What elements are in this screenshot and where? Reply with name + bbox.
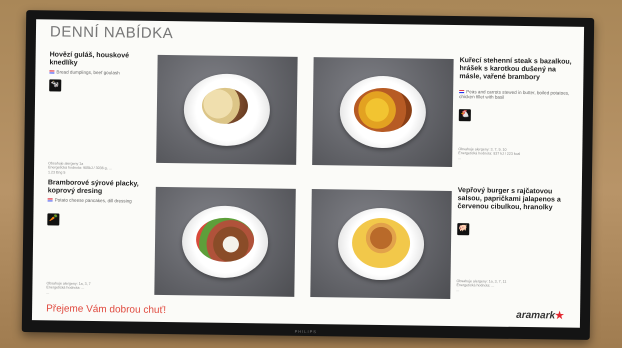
nutrition-info: Obsahuje alergeny 1a Energetická hodnota… <box>47 161 112 175</box>
nutrition-info: Obsahuje alergeny: 1a, 3, 7 Energetická … <box>46 281 91 295</box>
uk-flag-icon <box>49 70 55 74</box>
star-icon: ★ <box>555 310 565 322</box>
cow-icon: 🐄 <box>49 79 62 92</box>
menu-item-name: Bramborové sýrové placky, koprový dresin… <box>47 179 139 196</box>
tv-brand-label: PHILIPS <box>294 328 318 335</box>
menu-screen: DENNÍ NABÍDKA Hovězí guláš, houskové kne… <box>31 19 585 328</box>
tv-display: DENNÍ NABÍDKA Hovězí guláš, houskové kne… <box>21 10 595 340</box>
plate <box>183 73 271 147</box>
menu-item-english: Potato cheese pancakes, dill dressing <box>47 197 148 204</box>
chicken-icon: 🐔 <box>458 109 471 122</box>
menu-item-name: Kuřecí stehenní steak s bazalkou, hrášek… <box>459 57 572 82</box>
menu-item-english-text: Bread dumplings, beef goulash <box>56 69 120 76</box>
nutrition-info: Obsahuje alergeny: 3, 7, 9, 10 Energetic… <box>458 147 521 160</box>
aramark-logo: aramark★ <box>516 310 564 322</box>
uk-flag-icon <box>459 90 465 94</box>
dish-photo <box>154 186 296 297</box>
menu-item-english-text: Potato cheese pancakes, dill dressing <box>54 197 132 204</box>
dish-photo <box>312 57 454 168</box>
menu-item-english-text: Peas and carrots stewed in butter, boile… <box>459 89 570 101</box>
dish-photo <box>310 189 452 299</box>
page-title: DENNÍ NABÍDKA <box>49 23 174 43</box>
plate <box>339 75 427 149</box>
menu-item-english: Bread dumplings, beef goulash <box>49 69 149 76</box>
carrot-icon: 🥕 <box>47 213 60 226</box>
menu-item-english: Peas and carrots stewed in butter, boile… <box>459 89 573 101</box>
uk-flag-icon <box>47 198 53 202</box>
brand-name: aramark <box>516 309 556 322</box>
menu-item-name: Vepřový burger s rajčatovou salsou, papr… <box>457 187 561 212</box>
menu-item-name: Hovězí guláš, houskové knedlíky <box>49 51 130 67</box>
plate <box>181 205 269 279</box>
plate <box>337 207 425 281</box>
pig-icon: 🐖 <box>457 223 470 236</box>
dish-photo <box>156 54 298 165</box>
footer-message: Přejeme Vám dobrou chuť! <box>46 303 167 317</box>
nutrition-info: Obsahuje alergeny: 1a, 3, 7, 11 Energeti… <box>456 279 507 292</box>
